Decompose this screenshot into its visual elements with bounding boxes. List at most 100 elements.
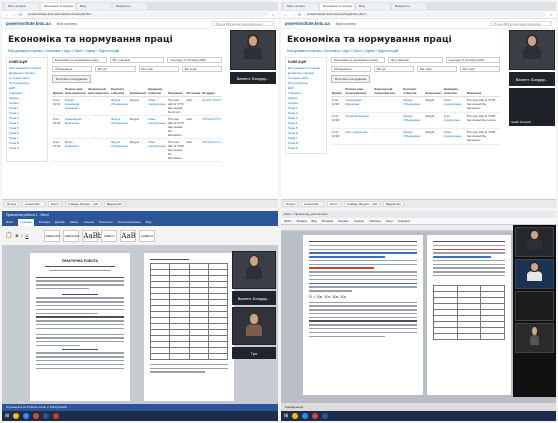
star-icon[interactable]: ☆ — [549, 12, 553, 17]
chrome-icon[interactable] — [33, 413, 40, 419]
taskbar-excel[interactable]: Ведом.xlsx — [382, 201, 404, 207]
table-cell[interactable]: Форум: Объявления — [110, 115, 129, 139]
zoom-icon[interactable] — [302, 413, 309, 419]
column-header[interactable]: IP-адрес — [201, 86, 222, 97]
bold-icon[interactable]: B — [15, 233, 18, 238]
column-header[interactable]: Описание — [465, 86, 500, 97]
get-logs-button[interactable]: Получить эти журнали — [52, 75, 92, 83]
video-tile-teacher[interactable] — [230, 30, 276, 70]
table-cell[interactable]: Олена Коваленко — [344, 112, 374, 129]
underline-icon[interactable]: U — [26, 233, 29, 238]
filter-course[interactable]: Економіка та нормування праці — [52, 57, 107, 63]
menu-item[interactable]: Сервис — [354, 218, 364, 224]
start-icon[interactable]: ⊞ — [284, 413, 288, 419]
column-header[interactable]: Контекст события — [402, 86, 425, 97]
ribbon-tab[interactable]: Вставка — [39, 219, 50, 226]
word-icon[interactable] — [322, 413, 329, 419]
style-title[interactable]: AaB — [120, 229, 137, 242]
video-tile[interactable] — [515, 291, 554, 321]
browser-tab[interactable]: Моя головна — [284, 3, 318, 10]
table-cell[interactable]: Олександра Мирошник — [63, 115, 87, 139]
site-menu-home[interactable]: Моя головна — [336, 22, 356, 26]
table-cell[interactable]: Форум: Объявления — [402, 128, 425, 145]
column-header[interactable]: Название события — [147, 86, 167, 97]
forward-icon[interactable]: → — [12, 12, 16, 17]
column-header[interactable]: Название события — [442, 86, 466, 97]
explorer-icon[interactable] — [13, 413, 20, 419]
menu-item[interactable]: Окно — [386, 218, 393, 224]
back-icon[interactable]: ← — [284, 12, 288, 17]
style-subtitle[interactable]: AaBbCcL — [139, 229, 156, 242]
site-logo[interactable]: powerinstitute.kntu.ua — [285, 21, 330, 26]
style-heading1[interactable]: AaBbC — [82, 229, 108, 242]
video-tile[interactable] — [515, 259, 554, 289]
document-page-2[interactable] — [427, 235, 511, 395]
video-tile-student[interactable] — [232, 307, 276, 345]
column-header[interactable]: Время — [52, 86, 64, 97]
nav-item[interactable]: Тема 9 — [288, 146, 324, 151]
menu-item[interactable]: Вставка — [322, 218, 333, 224]
url-input[interactable]: powerinstitute.kntu.ua/report/log/index.… — [304, 12, 547, 17]
filter-events[interactable]: Всі події — [138, 66, 179, 72]
menu-item[interactable]: Таблица — [369, 218, 381, 224]
filter-events[interactable]: Всі події — [417, 66, 457, 72]
browser-tab[interactable]: Економіка та нормув... — [41, 3, 75, 10]
ribbon-tab[interactable]: Главная — [18, 219, 34, 226]
menu-item[interactable]: Правка — [296, 218, 306, 224]
browser-tab[interactable]: Моя головна — [5, 3, 39, 10]
table-cell[interactable]: Форум: Объявления — [402, 96, 425, 113]
browser-tab[interactable]: Ведомость — [392, 3, 426, 10]
table-cell[interactable]: Марія Коваленко — [63, 138, 87, 162]
ribbon-tab[interactable]: Рецензирование — [118, 219, 141, 226]
chrome-icon[interactable] — [312, 413, 319, 419]
ribbon-tab[interactable]: Дизайн — [55, 219, 65, 226]
taskbar-zoom[interactable]: Zoom — [326, 201, 341, 207]
table-cell[interactable]: 176.123.17.17 — [201, 138, 222, 162]
powerpoint-icon[interactable] — [53, 413, 60, 419]
filter-activity[interactable]: Обладнання — [52, 66, 93, 72]
reload-icon[interactable]: ⟳ — [298, 12, 301, 17]
style-heading2[interactable]: AaBbCc — [101, 229, 118, 242]
taskbar-pdf[interactable]: Слайды, Ведом... .pdf — [64, 201, 101, 207]
video-tile-student[interactable]: Зомбі Олексій — [509, 88, 555, 126]
filter-course[interactable]: Економіка та нормування праці — [331, 57, 386, 63]
document-page-1[interactable]: N = Nв · Kч · Kп · Kд — [303, 235, 423, 395]
filter-actions[interactable]: Всі дії — [95, 66, 136, 72]
column-header[interactable]: Описание — [166, 86, 186, 97]
forward-icon[interactable]: → — [291, 12, 295, 17]
taskbar-browser[interactable]: powerinstit... — [22, 201, 45, 207]
back-icon[interactable]: ← — [5, 12, 9, 17]
taskbar-search[interactable]: Пошук — [4, 201, 20, 207]
column-header[interactable]: Полное имя пользователя — [344, 86, 374, 97]
taskbar-zoom[interactable]: Zoom — [47, 201, 62, 207]
paste-icon[interactable]: 📋 — [5, 232, 12, 239]
url-input[interactable]: powerinstitute.kntu.ua/mod/forum/view.ph… — [25, 12, 269, 17]
column-header[interactable]: Контекст события — [110, 86, 129, 97]
table-cell[interactable]: Тема просмотрена — [442, 96, 466, 113]
word-icon[interactable] — [43, 413, 50, 419]
site-search[interactable]: Пошук Бібліотека Науки Документ — [490, 21, 552, 26]
document-page-1[interactable]: ПРАКТИЧНА РОБОТА — [30, 253, 130, 401]
star-icon[interactable]: ☆ — [271, 12, 275, 17]
ribbon-tab[interactable]: Макет — [70, 219, 79, 226]
filter-date[interactable]: Сьогодні, 6 Октября 2022 — [445, 57, 500, 63]
filter-actions[interactable]: Всі дії — [374, 66, 414, 72]
video-tile-teacher[interactable] — [509, 30, 555, 70]
table-cell[interactable]: Олександра Мирошник — [344, 96, 374, 113]
column-header[interactable]: Полное имя пользователя — [63, 86, 87, 97]
table-cell[interactable]: 176.123.17.17 — [201, 115, 222, 139]
ribbon-tab[interactable]: Файл — [6, 219, 13, 226]
table-cell[interactable]: Тема просмотрена — [147, 138, 167, 162]
ribbon-tab[interactable]: Рассылки — [99, 219, 112, 226]
browser-tab[interactable]: Вхід — [77, 3, 111, 10]
explorer-icon[interactable] — [292, 413, 299, 419]
filter-origin[interactable]: Всі події — [181, 66, 222, 72]
browser-tab[interactable]: Вхід — [356, 3, 390, 10]
filter-participants[interactable]: Всі учасники — [109, 57, 165, 63]
table-cell[interactable]: Олег Сидоренко — [344, 128, 374, 145]
site-search[interactable]: Пошук Бібліотека Науки Документ — [212, 21, 274, 26]
style-no-spacing[interactable]: AaBbCcDd — [63, 229, 80, 242]
column-header[interactable]: Источник — [185, 86, 202, 97]
table-cell[interactable]: Тема просмотрена — [147, 115, 167, 139]
table-cell[interactable]: Курс просмотрен — [442, 112, 466, 129]
